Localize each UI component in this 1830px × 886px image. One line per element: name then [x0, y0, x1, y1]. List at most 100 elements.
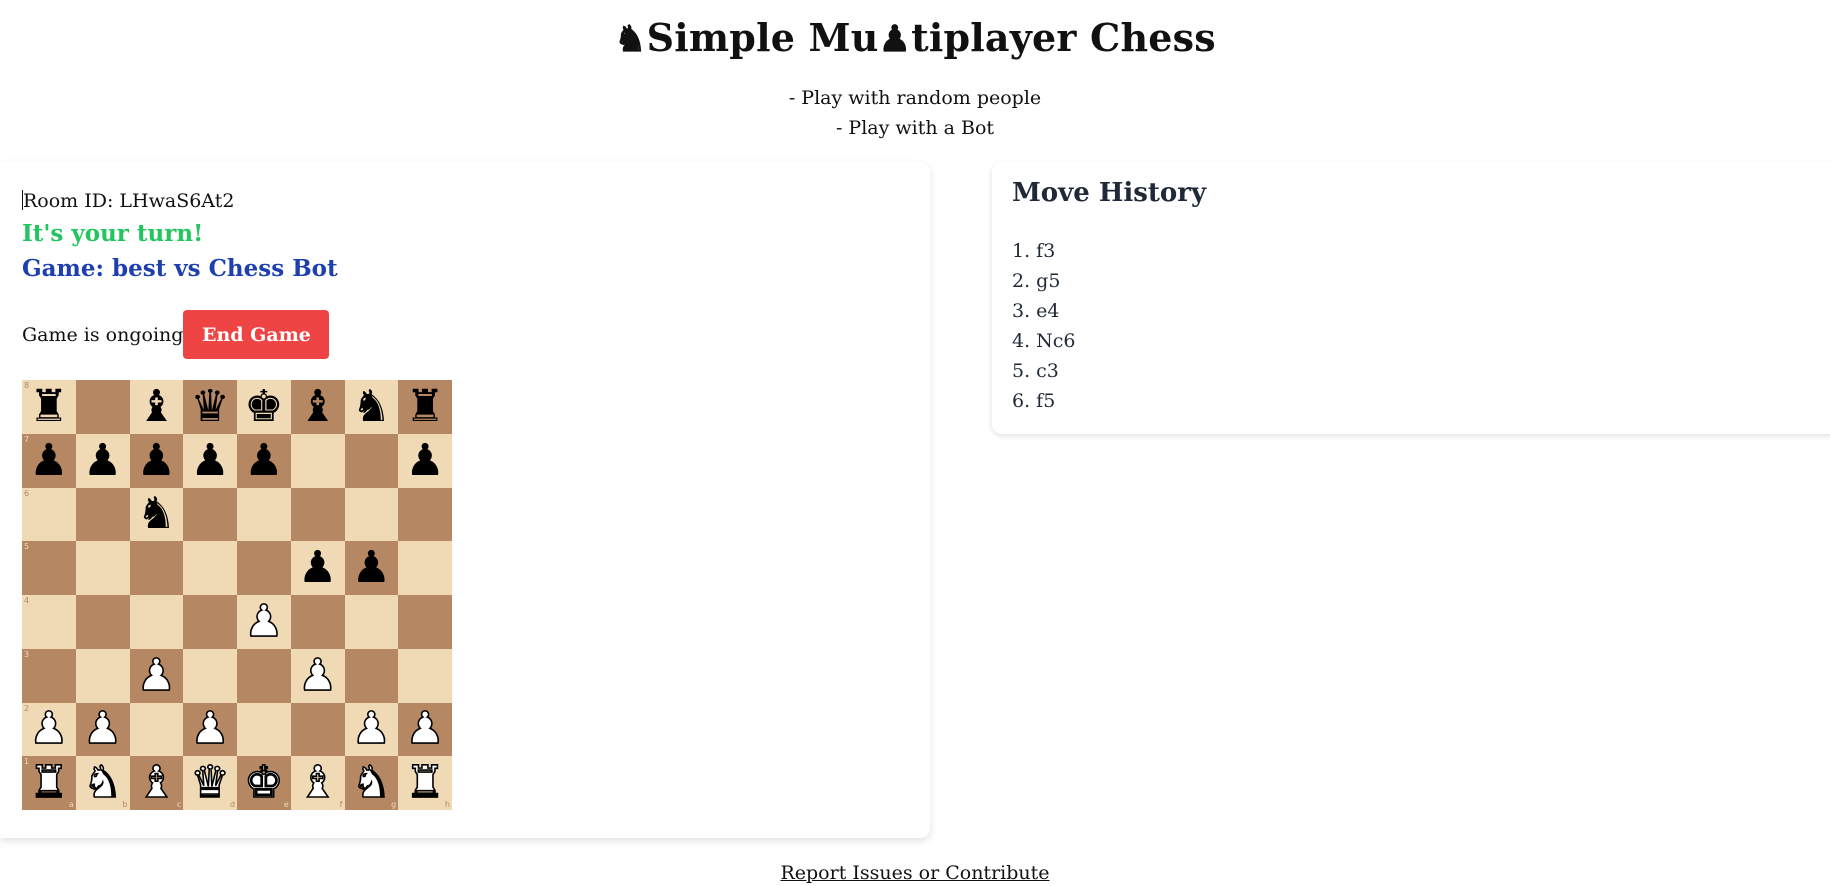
square-a3[interactable]: 3: [22, 648, 76, 703]
black-pawn-icon[interactable]: ♟: [298, 546, 337, 590]
square-f8[interactable]: ♝: [290, 380, 345, 434]
square-c1[interactable]: c ♝: [129, 756, 184, 810]
square-d3[interactable]: [183, 648, 237, 703]
square-b6[interactable]: [75, 487, 130, 542]
square-d7[interactable]: ♟: [183, 433, 237, 488]
square-c4[interactable]: [129, 595, 184, 649]
black-pawn-icon[interactable]: ♟: [190, 438, 229, 483]
white-pawn-icon[interactable]: ♟: [351, 706, 392, 752]
black-pawn-icon[interactable]: ♟: [244, 438, 283, 483]
file-label: f: [339, 800, 343, 809]
chess-board[interactable]: 8 ♜ ♝ ♛ ♚ ♝ ♞ ♜ 7 ♟ ♟ ♟ ♟ ♟ ♟ 6 ♞ 5 ♟ ♟ 4 ♟ 3 ♟ ♟ 2 ♟ ♟ ♟ ♟ ♟ 1 a ♜ b ♞ c ♝ d ♛…: [22, 380, 452, 810]
square-f5[interactable]: ♟: [290, 541, 345, 595]
square-b5[interactable]: [75, 541, 130, 595]
square-b3[interactable]: [75, 648, 130, 703]
black-knight-icon[interactable]: ♞: [137, 492, 176, 536]
square-a8[interactable]: 8 ♜: [22, 380, 76, 434]
square-c2[interactable]: [129, 702, 184, 757]
white-knight-icon[interactable]: ♞: [351, 760, 392, 806]
square-f6[interactable]: [290, 487, 345, 542]
square-e7[interactable]: ♟: [237, 433, 291, 488]
square-f2[interactable]: [290, 702, 345, 757]
square-c3[interactable]: ♟: [129, 648, 184, 703]
black-rook-icon[interactable]: ♜: [29, 384, 68, 429]
square-a2[interactable]: 2 ♟: [22, 702, 76, 757]
square-d4[interactable]: [183, 595, 237, 649]
white-rook-icon[interactable]: ♜: [28, 760, 69, 806]
square-f7[interactable]: [290, 433, 345, 488]
square-e8[interactable]: ♚: [237, 380, 291, 434]
square-g4[interactable]: [344, 595, 399, 649]
square-a1[interactable]: 1 a ♜: [22, 756, 76, 810]
white-pawn-icon[interactable]: ♟: [297, 652, 338, 698]
square-e6[interactable]: [237, 487, 291, 542]
square-f3[interactable]: ♟: [290, 648, 345, 703]
square-c8[interactable]: ♝: [129, 380, 184, 434]
white-queen-icon[interactable]: ♛: [190, 760, 231, 806]
black-pawn-icon[interactable]: ♟: [405, 438, 444, 483]
square-d5[interactable]: [183, 541, 237, 595]
square-h3[interactable]: [398, 648, 452, 703]
square-a7[interactable]: 7 ♟: [22, 433, 76, 488]
black-queen-icon[interactable]: ♛: [190, 384, 229, 429]
square-f4[interactable]: [290, 595, 345, 649]
black-rook-icon[interactable]: ♜: [405, 384, 444, 429]
square-a6[interactable]: 6: [22, 487, 76, 542]
square-h8[interactable]: ♜: [398, 380, 452, 434]
square-f1[interactable]: f ♝: [290, 756, 345, 810]
square-g2[interactable]: ♟: [344, 702, 399, 757]
black-pawn-icon[interactable]: ♟: [352, 546, 391, 590]
square-d2[interactable]: ♟: [183, 702, 237, 757]
square-d1[interactable]: d ♛: [183, 756, 237, 810]
black-knight-icon[interactable]: ♞: [352, 384, 391, 429]
white-knight-icon[interactable]: ♞: [82, 760, 123, 806]
report-issues-link[interactable]: Report Issues or Contribute: [780, 862, 1049, 884]
black-king-icon[interactable]: ♚: [244, 384, 283, 429]
square-g7[interactable]: [344, 433, 399, 488]
end-game-button[interactable]: End Game: [183, 310, 330, 359]
square-g8[interactable]: ♞: [344, 380, 399, 434]
black-bishop-icon[interactable]: ♝: [298, 384, 337, 429]
square-a5[interactable]: 5: [22, 541, 76, 595]
white-rook-icon[interactable]: ♜: [405, 760, 446, 806]
square-d6[interactable]: [183, 487, 237, 542]
white-pawn-icon[interactable]: ♟: [190, 706, 231, 752]
square-g6[interactable]: [344, 487, 399, 542]
square-b8[interactable]: [75, 380, 130, 434]
square-g1[interactable]: g ♞: [344, 756, 399, 810]
square-e4[interactable]: ♟: [237, 595, 291, 649]
square-b1[interactable]: b ♞: [75, 756, 130, 810]
black-pawn-icon[interactable]: ♟: [137, 438, 176, 483]
square-a4[interactable]: 4: [22, 595, 76, 649]
square-b2[interactable]: ♟: [75, 702, 130, 757]
white-bishop-icon[interactable]: ♝: [136, 760, 177, 806]
square-g5[interactable]: ♟: [344, 541, 399, 595]
square-e3[interactable]: [237, 648, 291, 703]
black-bishop-icon[interactable]: ♝: [137, 384, 176, 429]
white-pawn-icon[interactable]: ♟: [405, 706, 446, 752]
square-h4[interactable]: [398, 595, 452, 649]
square-g3[interactable]: [344, 648, 399, 703]
white-pawn-icon[interactable]: ♟: [243, 599, 284, 645]
white-pawn-icon[interactable]: ♟: [136, 652, 177, 698]
square-h2[interactable]: ♟: [398, 702, 452, 757]
black-pawn-icon[interactable]: ♟: [83, 438, 122, 483]
white-king-icon[interactable]: ♚: [243, 760, 284, 806]
square-c7[interactable]: ♟: [129, 433, 184, 488]
square-h7[interactable]: ♟: [398, 433, 452, 488]
square-e5[interactable]: [237, 541, 291, 595]
square-e2[interactable]: [237, 702, 291, 757]
square-b4[interactable]: [75, 595, 130, 649]
square-h5[interactable]: [398, 541, 452, 595]
square-e1[interactable]: e ♚: [237, 756, 291, 810]
black-pawn-icon[interactable]: ♟: [29, 438, 68, 483]
square-h1[interactable]: h ♜: [398, 756, 452, 810]
square-c5[interactable]: [129, 541, 184, 595]
white-pawn-icon[interactable]: ♟: [28, 706, 69, 752]
square-d8[interactable]: ♛: [183, 380, 237, 434]
white-pawn-icon[interactable]: ♟: [82, 706, 123, 752]
square-b7[interactable]: ♟: [75, 433, 130, 488]
square-c6[interactable]: ♞: [129, 487, 184, 542]
white-bishop-icon[interactable]: ♝: [297, 760, 338, 806]
square-h6[interactable]: [398, 487, 452, 542]
